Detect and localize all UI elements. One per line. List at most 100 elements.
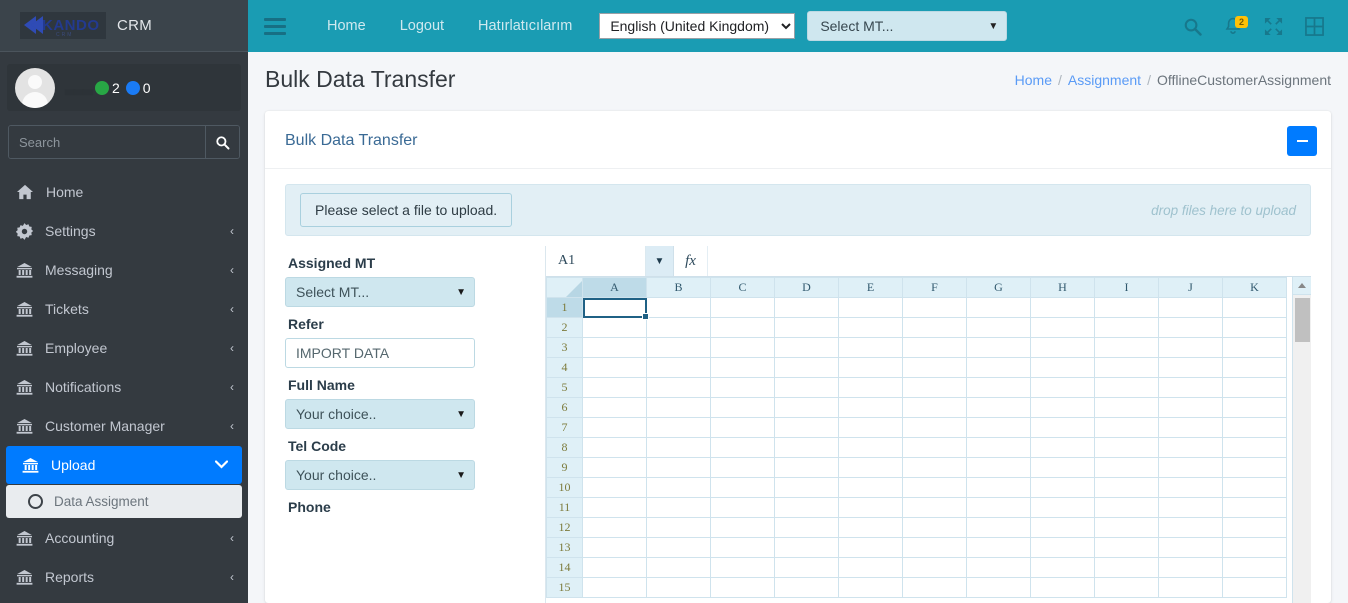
cell-D11[interactable] [774,497,839,518]
cell-H7[interactable] [1030,417,1095,438]
cell-A4[interactable] [582,357,647,378]
cell-K13[interactable] [1222,537,1287,558]
scroll-up-button[interactable] [1292,277,1311,295]
cell-C10[interactable] [710,477,775,498]
cell-C5[interactable] [710,377,775,398]
cell-A12[interactable] [582,517,647,538]
cell-F12[interactable] [902,517,967,538]
cell-E4[interactable] [838,357,903,378]
cell-C9[interactable] [710,457,775,478]
sidebar-item-settings[interactable]: Settings ‹ [0,212,248,250]
cell-A7[interactable] [582,417,647,438]
user-panel[interactable]: ▃▃▃ 2 0 [7,64,241,111]
collapse-card-button[interactable] [1287,126,1317,156]
row-header-3[interactable]: 3 [546,337,583,358]
cell-A11[interactable] [582,497,647,518]
cell-I1[interactable] [1094,297,1159,318]
cell-K3[interactable] [1222,337,1287,358]
row-header-11[interactable]: 11 [546,497,583,518]
cell-E11[interactable] [838,497,903,518]
cell-G5[interactable] [966,377,1031,398]
row-header-15[interactable]: 15 [546,577,583,598]
cell-C13[interactable] [710,537,775,558]
scrollbar-thumb[interactable] [1294,298,1310,342]
cell-H14[interactable] [1030,557,1095,578]
sidebar-item-customer-manager[interactable]: Customer Manager ‹ [0,407,248,445]
cell-H11[interactable] [1030,497,1095,518]
cell-C6[interactable] [710,397,775,418]
cell-C1[interactable] [710,297,775,318]
cell-A6[interactable] [582,397,647,418]
cell-E13[interactable] [838,537,903,558]
cell-C11[interactable] [710,497,775,518]
cell-A3[interactable] [582,337,647,358]
cell-I12[interactable] [1094,517,1159,538]
cell-C3[interactable] [710,337,775,358]
cell-K15[interactable] [1222,577,1287,598]
cell-G11[interactable] [966,497,1031,518]
row-header-12[interactable]: 12 [546,517,583,538]
cell-H6[interactable] [1030,397,1095,418]
column-header-H[interactable]: H [1030,277,1095,298]
cell-B9[interactable] [646,457,711,478]
cell-G6[interactable] [966,397,1031,418]
cell-B14[interactable] [646,557,711,578]
cell-I9[interactable] [1094,457,1159,478]
cell-K11[interactable] [1222,497,1287,518]
cell-K2[interactable] [1222,317,1287,338]
cell-H2[interactable] [1030,317,1095,338]
cell-F2[interactable] [902,317,967,338]
cell-I8[interactable] [1094,437,1159,458]
cell-J3[interactable] [1158,337,1223,358]
cell-H8[interactable] [1030,437,1095,458]
cell-H10[interactable] [1030,477,1095,498]
cell-J12[interactable] [1158,517,1223,538]
cell-H13[interactable] [1030,537,1095,558]
cell-E8[interactable] [838,437,903,458]
cell-J7[interactable] [1158,417,1223,438]
cell-E3[interactable] [838,337,903,358]
row-header-1[interactable]: 1 [546,297,583,318]
breadcrumb-item-assignment[interactable]: Assignment [1068,72,1141,88]
cell-G14[interactable] [966,557,1031,578]
formula-input[interactable] [708,246,1311,276]
cell-F1[interactable] [902,297,967,318]
cell-G2[interactable] [966,317,1031,338]
cell-K5[interactable] [1222,377,1287,398]
cell-E6[interactable] [838,397,903,418]
cell-C2[interactable] [710,317,775,338]
cell-G9[interactable] [966,457,1031,478]
sidebar-item-notifications[interactable]: Notifications ‹ [0,368,248,406]
row-header-5[interactable]: 5 [546,377,583,398]
cell-B13[interactable] [646,537,711,558]
cell-D13[interactable] [774,537,839,558]
cell-C8[interactable] [710,437,775,458]
cell-E2[interactable] [838,317,903,338]
cell-B5[interactable] [646,377,711,398]
sidebar-item-messaging[interactable]: Messaging ‹ [0,251,248,289]
cell-J1[interactable] [1158,297,1223,318]
column-header-I[interactable]: I [1094,277,1159,298]
refer-input[interactable] [285,338,475,368]
row-header-14[interactable]: 14 [546,557,583,578]
cell-G4[interactable] [966,357,1031,378]
cell-F14[interactable] [902,557,967,578]
cell-I15[interactable] [1094,577,1159,598]
cell-F15[interactable] [902,577,967,598]
cell-A8[interactable] [582,437,647,458]
cell-A14[interactable] [582,557,647,578]
cell-A1[interactable] [582,297,650,321]
cell-F13[interactable] [902,537,967,558]
topbar-grid-button[interactable] [1305,16,1324,36]
full-name-select[interactable]: Your choice.. ▼ [285,399,475,429]
cell-J9[interactable] [1158,457,1223,478]
file-dropzone[interactable]: Please select a file to upload. drop fil… [285,184,1311,236]
cell-G8[interactable] [966,437,1031,458]
cell-K1[interactable] [1222,297,1287,318]
cell-H5[interactable] [1030,377,1095,398]
cell-D4[interactable] [774,357,839,378]
topnav-link-logout[interactable]: Logout [383,0,461,52]
cell-B10[interactable] [646,477,711,498]
cell-A5[interactable] [582,377,647,398]
cell-I6[interactable] [1094,397,1159,418]
